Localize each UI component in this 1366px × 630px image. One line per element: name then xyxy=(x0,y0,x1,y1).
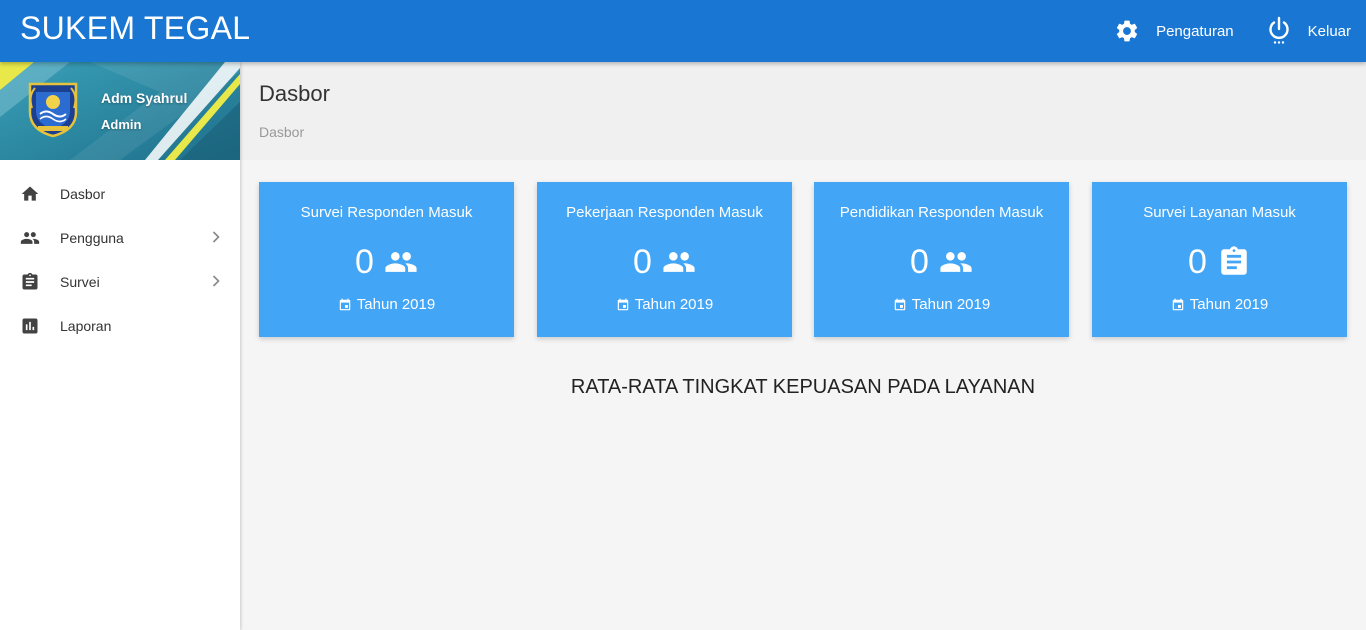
page-title: Dasbor xyxy=(259,81,330,106)
card-value-row: 0 xyxy=(814,242,1069,282)
calendar-icon xyxy=(894,298,906,310)
card-year: Tahun 2019 xyxy=(634,296,714,313)
card-year: Tahun 2019 xyxy=(911,296,991,313)
card-footer: Tahun 2019 xyxy=(537,296,792,313)
sidebar-item-laporan[interactable]: Laporan xyxy=(0,304,240,348)
chevron-right-icon xyxy=(212,231,220,243)
logout-button[interactable]: Keluar xyxy=(1266,16,1351,46)
sidebar-item-survei[interactable]: Survei xyxy=(0,260,240,304)
card-footer: Tahun 2019 xyxy=(259,296,514,313)
bar-chart-icon xyxy=(20,316,40,336)
user-name[interactable]: Adm Syahrul xyxy=(101,90,187,106)
stat-card-survei-responden[interactable]: Survei Responden Masuk 0 Tahun 2019 xyxy=(259,182,514,337)
home-icon xyxy=(20,184,40,204)
card-count: 0 xyxy=(355,243,374,281)
people-icon xyxy=(20,228,40,248)
stat-card-survei-layanan[interactable]: Survei Layanan Masuk 0 Tahun 2019 xyxy=(1092,182,1347,337)
sidebar-menu: Dasbor Pengguna Survei Laporan xyxy=(0,160,240,348)
card-count: 0 xyxy=(1188,243,1207,281)
top-nav: Pengaturan Keluar xyxy=(1082,0,1351,62)
people-icon xyxy=(385,252,417,272)
top-bar: SUKEM TEGAL Pengaturan Keluar xyxy=(0,0,1366,62)
calendar-icon xyxy=(617,298,629,310)
card-title: Pendidikan Responden Masuk xyxy=(839,204,1044,221)
user-profile: Adm Syahrul Admin xyxy=(0,62,240,160)
power-icon xyxy=(1268,16,1289,44)
sidebar: Adm Syahrul Admin Dasbor Pengguna Survei xyxy=(0,62,240,630)
stat-cards: Survei Responden Masuk 0 Tahun 2019 Peke… xyxy=(259,182,1348,337)
sidebar-item-label: Laporan xyxy=(60,318,112,334)
card-value-row: 0 xyxy=(537,242,792,282)
card-title: Pekerjaan Responden Masuk xyxy=(566,204,763,221)
kota-tegal-emblem xyxy=(28,82,78,138)
card-count: 0 xyxy=(910,243,929,281)
card-year: Tahun 2019 xyxy=(356,296,436,313)
people-icon xyxy=(663,252,695,272)
stat-card-pekerjaan-responden[interactable]: Pekerjaan Responden Masuk 0 Tahun 2019 xyxy=(537,182,792,337)
breadcrumb[interactable]: Dasbor xyxy=(259,124,304,140)
clipboard-icon xyxy=(1221,246,1247,275)
app-title[interactable]: SUKEM TEGAL xyxy=(20,10,250,47)
card-year: Tahun 2019 xyxy=(1189,296,1269,313)
sidebar-item-label: Dasbor xyxy=(60,186,106,202)
card-footer: Tahun 2019 xyxy=(1092,296,1347,313)
logout-label: Keluar xyxy=(1307,22,1351,40)
settings-button[interactable]: Pengaturan xyxy=(1114,18,1234,44)
settings-label: Pengaturan xyxy=(1156,22,1234,40)
people-icon xyxy=(940,252,972,272)
stat-card-pendidikan-responden[interactable]: Pendidikan Responden Masuk 0 Tahun 2019 xyxy=(814,182,1069,337)
card-title: Survei Responden Masuk xyxy=(300,204,473,221)
user-role: Admin xyxy=(101,117,142,132)
sidebar-item-label: Pengguna xyxy=(60,230,124,246)
card-count: 0 xyxy=(633,243,652,281)
sidebar-item-dasbor[interactable]: Dasbor xyxy=(0,172,240,216)
sidebar-item-label: Survei xyxy=(60,274,100,290)
main-content: Dasbor Dasbor Survei Responden Masuk 0 T… xyxy=(240,62,1366,630)
card-value-row: 0 xyxy=(259,242,514,282)
card-title: Survei Layanan Masuk xyxy=(1143,204,1296,221)
gear-icon xyxy=(1116,20,1138,42)
satisfaction-section-title: RATA-RATA TINGKAT KEPUASAN PADA LAYANAN xyxy=(570,376,1036,398)
calendar-icon xyxy=(1172,298,1184,310)
clipboard-icon xyxy=(20,272,40,292)
card-value-row: 0 xyxy=(1092,242,1347,282)
page-header: Dasbor Dasbor xyxy=(240,62,1366,160)
chevron-right-icon xyxy=(212,275,220,287)
card-footer: Tahun 2019 xyxy=(814,296,1069,313)
calendar-icon xyxy=(339,298,351,310)
sidebar-item-pengguna[interactable]: Pengguna xyxy=(0,216,240,260)
